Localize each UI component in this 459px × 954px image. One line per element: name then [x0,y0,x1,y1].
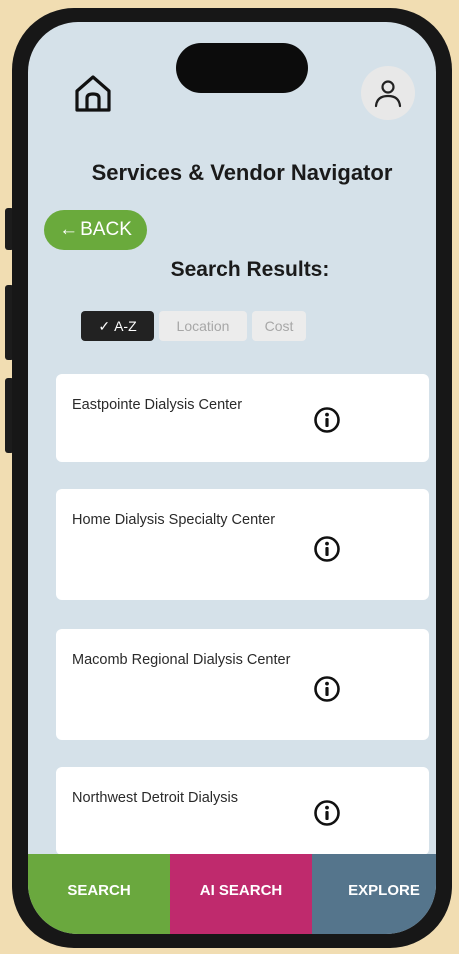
back-button[interactable]: ← BACK [44,210,147,250]
back-arrow-icon: ← [59,219,79,240]
filter-location-label: Location [176,318,230,334]
filter-az-chip[interactable]: ✓ A-Z [81,311,154,341]
user-icon [374,80,402,108]
nav-search-button[interactable]: SEARCH [28,854,170,934]
dynamic-island [176,43,308,93]
result-card[interactable]: Northwest Detroit Dialysis [56,767,429,855]
filter-az-label: A-Z [114,318,137,334]
result-name: Northwest Detroit Dialysis [72,790,238,806]
info-icon[interactable] [312,798,342,828]
result-name: Eastpointe Dialysis Center [72,397,243,413]
sort-filter-bar: ✓ A-Z Location Cost [81,311,306,341]
info-icon[interactable] [312,534,342,564]
result-name: Home Dialysis Specialty Center [72,512,276,528]
result-card[interactable]: Eastpointe Dialysis Center [56,374,429,462]
info-icon[interactable] [312,674,342,704]
result-card[interactable]: Macomb Regional Dialysis Center [56,629,429,740]
nav-ai-search-button[interactable]: AI SEARCH [170,854,312,934]
user-avatar-button[interactable] [361,66,415,120]
home-icon[interactable] [72,72,114,114]
search-results-heading: Search Results: [170,258,330,281]
page-title: Services & Vendor Navigator [91,160,393,185]
filter-cost-chip[interactable]: Cost [252,311,306,341]
back-button-label: BACK [80,219,132,240]
check-icon: ✓ [98,317,111,334]
bottom-nav: SEARCH AI SEARCH EXPLORE [28,854,436,934]
phone-frame: Services & Vendor Navigator ← BACK Searc… [12,8,452,948]
filter-location-chip[interactable]: Location [159,311,247,341]
app-screen: Services & Vendor Navigator ← BACK Searc… [28,22,436,934]
info-icon[interactable] [312,405,342,435]
filter-cost-label: Cost [264,318,294,334]
result-name: Macomb Regional Dialysis Center [72,652,291,668]
nav-explore-button[interactable]: EXPLORE [312,854,436,934]
result-card[interactable]: Home Dialysis Specialty Center [56,489,429,600]
